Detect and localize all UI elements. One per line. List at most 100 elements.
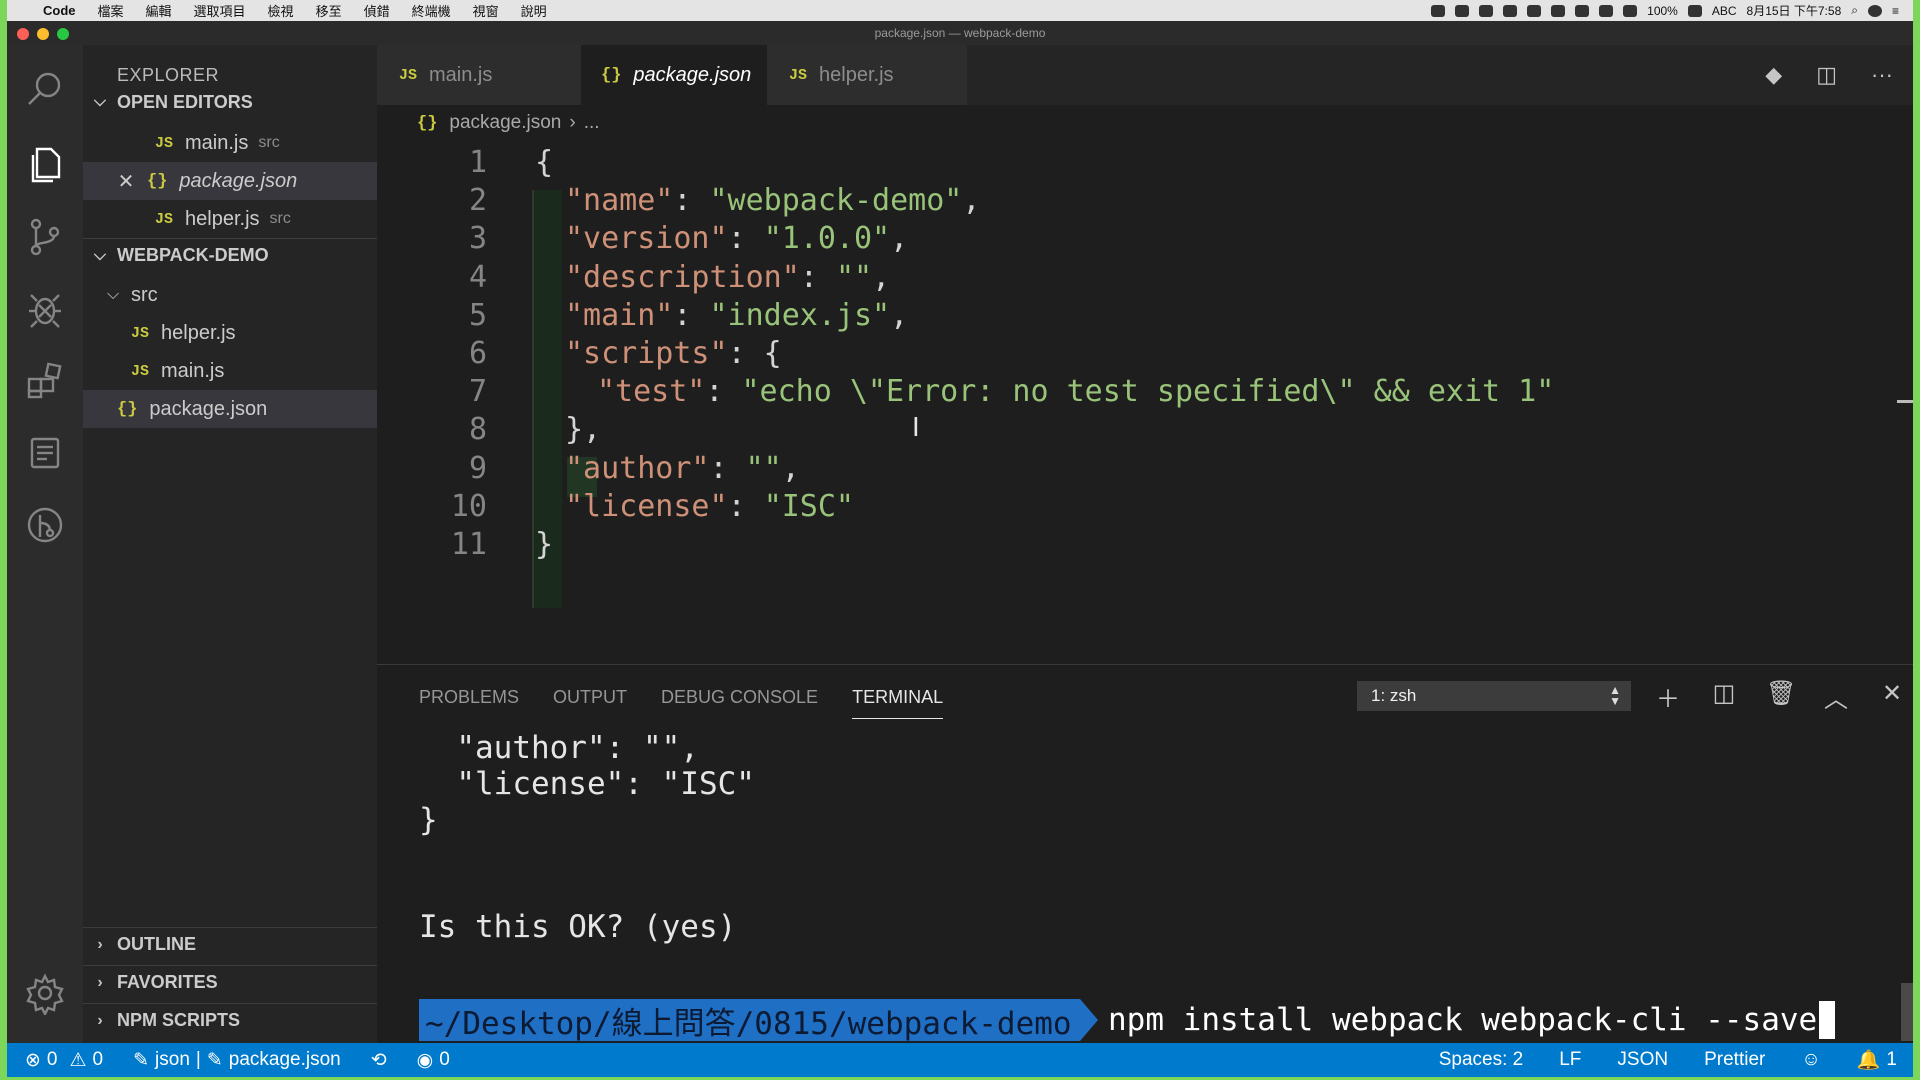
bluetooth-icon[interactable] <box>1575 4 1590 17</box>
split-editor-icon[interactable]: ◫ <box>1816 62 1837 88</box>
language-mode-short: json <box>155 1049 190 1070</box>
problems-indicator[interactable]: ⊗ 0 ⚠ 0 <box>25 1049 103 1072</box>
open-editors-header[interactable]: ⌵ OPEN EDITORS <box>83 85 377 119</box>
gear-status-icon[interactable] <box>1431 4 1446 17</box>
json-punctuation: { <box>535 145 554 180</box>
code-line: "name": "webpack-demo", <box>565 183 980 218</box>
npm-scripts-section-header[interactable]: › NPM SCRIPTS <box>83 1003 377 1037</box>
tree-file-name: main.js <box>161 359 225 382</box>
menu-terminal[interactable]: 終端機 <box>412 1 451 20</box>
explorer-icon[interactable] <box>21 141 69 189</box>
tab-label: helper.js <box>819 63 894 86</box>
language-indicator[interactable]: ✎ json | ✎ package.json <box>133 1049 341 1072</box>
source-control-icon[interactable] <box>21 213 69 261</box>
open-editor-item-active[interactable]: ✕ {} package.json <box>83 162 377 200</box>
favorites-section-header[interactable]: › FAVORITES <box>83 965 377 999</box>
terminal-line: } <box>419 802 438 838</box>
json-string: "ISC" <box>763 488 854 524</box>
line-number: 10 <box>450 488 487 524</box>
wifi-icon[interactable] <box>1599 4 1614 17</box>
indentation-indicator[interactable]: Spaces: 2 <box>1439 1049 1524 1071</box>
watch-count: 0 <box>439 1049 450 1070</box>
close-panel-icon[interactable]: ✕ <box>1878 679 1906 714</box>
chat-status-icon[interactable] <box>1527 4 1542 17</box>
clock[interactable]: 8月15日 下午7:58 <box>1747 2 1842 19</box>
siri-icon[interactable] <box>1867 4 1882 17</box>
remote-explorer-icon[interactable] <box>21 429 69 477</box>
debug-icon[interactable] <box>21 285 69 333</box>
screen-status-icon[interactable] <box>1479 4 1494 17</box>
window-title: package.json — webpack-demo <box>874 26 1046 40</box>
terminal-input[interactable]: npm install webpack webpack-cli --save <box>1108 999 1836 1041</box>
open-editor-item[interactable]: JS main.js src <box>83 124 377 162</box>
time-machine-icon[interactable] <box>1551 4 1566 17</box>
more-actions-icon[interactable]: ··· <box>1871 62 1893 88</box>
line-number: 9 <box>468 450 487 486</box>
notification-center-icon[interactable]: ≡ <box>1892 4 1899 18</box>
volume-icon[interactable] <box>1623 4 1638 17</box>
extensions-icon[interactable] <box>21 357 69 405</box>
panel-tabs: PROBLEMS OUTPUT DEBUG CONSOLE TERMINAL <box>419 687 944 719</box>
input-source-label[interactable]: ABC <box>1712 4 1737 18</box>
language-mode[interactable]: JSON <box>1617 1049 1668 1071</box>
notifications-indicator[interactable]: 🔔 1 <box>1857 1048 1897 1072</box>
eol-indicator[interactable]: LF <box>1559 1049 1581 1071</box>
trash-icon[interactable]: 🗑 <box>1766 679 1796 714</box>
json-punctuation: : <box>705 374 742 410</box>
tree-folder-label: src <box>131 283 158 306</box>
new-terminal-icon[interactable]: ＋ <box>1654 679 1682 714</box>
json-key: "description" <box>565 259 800 295</box>
feedback-smiley-icon[interactable]: ☺ <box>1801 1049 1820 1071</box>
open-editor-item[interactable]: JS helper.js src <box>83 200 377 238</box>
watch-indicator[interactable]: ◉ 0 <box>417 1049 450 1072</box>
battery-icon[interactable] <box>1687 4 1702 17</box>
chevron-right-icon: › <box>97 1011 103 1029</box>
tab-helper-js[interactable]: JS helper.js <box>767 45 967 105</box>
breadcrumb-file[interactable]: package.json <box>449 112 561 134</box>
tab-terminal[interactable]: TERMINAL <box>852 687 944 719</box>
project-folder-header[interactable]: ⌵ WEBPACK-DEMO <box>83 238 377 272</box>
menu-debug[interactable]: 偵錯 <box>364 1 390 20</box>
json-file-icon: {} <box>417 113 438 133</box>
code-line: "scripts": { <box>565 336 782 371</box>
terminal-scrollbar[interactable] <box>1901 983 1913 1041</box>
breadcrumb-symbol[interactable]: ... <box>584 112 600 134</box>
tab-main-js[interactable]: JS main.js <box>377 45 581 105</box>
tree-folder-src[interactable]: ⌵ src <box>83 276 377 314</box>
menu-help[interactable]: 說明 <box>521 1 547 20</box>
tree-file-name: package.json <box>149 397 268 420</box>
sync-icon[interactable]: ⟲ <box>371 1049 387 1072</box>
spotlight-icon[interactable]: ⌕ <box>1851 3 1858 18</box>
tree-file-selected[interactable]: {} package.json <box>83 390 377 428</box>
formatter-indicator[interactable]: Prettier <box>1704 1049 1765 1071</box>
cloud-status-icon[interactable] <box>1503 4 1518 17</box>
code-editor[interactable]: I 1{2 "name": "webpack-demo", 3 "version": … <box>377 145 1913 655</box>
split-terminal-icon[interactable]: ◫ <box>1710 679 1738 714</box>
git-compare-icon[interactable]: ◆ <box>1765 62 1782 88</box>
gitlens-icon[interactable] <box>21 501 69 549</box>
terminal-line: "author": "", <box>419 730 699 766</box>
js-file-icon: JS <box>131 324 150 342</box>
search-icon[interactable] <box>21 65 69 113</box>
project-folder-label: WEBPACK-DEMO <box>117 245 269 265</box>
tab-package-json[interactable]: {} package.json ✕ <box>581 45 788 105</box>
tab-output[interactable]: OUTPUT <box>553 687 627 719</box>
menu-file[interactable]: 檔案 <box>98 1 124 20</box>
terminal-shell-select[interactable]: 1: zsh ▲ ▼ <box>1357 681 1631 711</box>
settings-gear-icon[interactable] <box>21 969 69 1017</box>
menu-selection[interactable]: 選取項目 <box>194 1 246 20</box>
tree-file[interactable]: JS helper.js <box>83 314 377 352</box>
maximize-panel-icon[interactable]: ︿ <box>1822 679 1850 714</box>
menu-window[interactable]: 視窗 <box>473 1 499 20</box>
menu-edit[interactable]: 編輯 <box>146 1 172 20</box>
menu-view[interactable]: 檢視 <box>268 1 294 20</box>
close-icon[interactable]: ✕ <box>117 169 135 194</box>
menu-app-name[interactable]: Code <box>43 3 76 18</box>
json-string: "" <box>835 259 873 295</box>
tab-debug-console[interactable]: DEBUG CONSOLE <box>661 687 818 719</box>
menu-go[interactable]: 移至 <box>316 1 342 20</box>
tab-problems[interactable]: PROBLEMS <box>419 687 519 719</box>
tree-file[interactable]: JS main.js <box>83 352 377 390</box>
window-status-icon[interactable] <box>1455 4 1470 17</box>
outline-section-header[interactable]: › OUTLINE <box>83 927 377 961</box>
